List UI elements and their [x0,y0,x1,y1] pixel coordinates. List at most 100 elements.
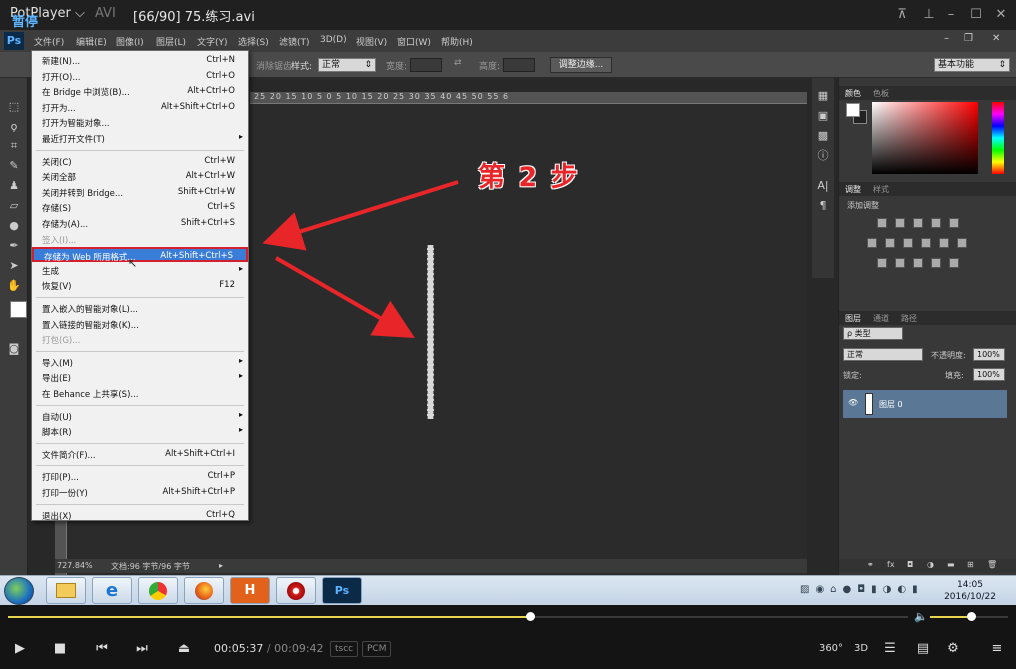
menu-item[interactable]: 文件简介(F)... Alt+Shift+Ctrl+I [32,447,248,462]
opacity-input[interactable]: 100% [973,348,1005,361]
stop-icon[interactable]: ■ [48,637,72,661]
minimize-icon[interactable]: – [940,4,962,26]
blur-tool-icon[interactable]: ● [6,219,22,233]
menu-item[interactable]: 导入(M) ▸ [32,355,248,370]
levels-adjust-icon[interactable] [895,218,905,228]
pen-tool-icon[interactable]: ✒ [6,239,22,253]
new-layer-icon[interactable]: ⊞ [967,560,974,569]
menu-item[interactable]: 打开(O)... Ctrl+O [32,69,248,84]
hsl-adjust-icon[interactable] [867,238,877,248]
info-icon[interactable]: ⓘ [815,148,831,164]
main-menu-icon[interactable]: ≡ [985,637,1009,661]
settings-gear-icon[interactable]: ⚙ [941,637,965,661]
menu-item[interactable]: 打开为... Alt+Shift+Ctrl+O [32,100,248,115]
foreground-color-swatch[interactable] [10,301,27,318]
tab-layers[interactable]: 图层 [845,313,861,324]
bw-adjust-icon[interactable] [903,238,913,248]
style-select[interactable]: 正常 ⇕ [318,58,376,72]
path-select-tool-icon[interactable]: ➤ [6,259,22,273]
curves-adjust-icon[interactable] [913,218,923,228]
brush-tool-icon[interactable]: ✎ [6,159,22,173]
internet-explorer-icon[interactable]: e [92,577,132,604]
menu-type[interactable]: 文字(Y) [197,35,228,48]
fx-icon[interactable]: fx [887,560,895,569]
eraser-tool-icon[interactable]: ▱ [6,199,22,213]
height-input[interactable] [503,58,535,72]
menu-item[interactable]: 最近打开文件(T) ▸ [32,131,248,146]
taskbar-clock[interactable]: 14:05 2016/10/22 [940,579,1000,603]
gradient-map-icon[interactable] [949,258,959,268]
menu-view[interactable]: 视图(V) [356,35,387,48]
volume-icon[interactable]: 🔈 [914,610,928,623]
actions-icon[interactable]: ▣ [815,108,831,124]
brush-presets-icon[interactable]: ▩ [815,128,831,144]
chrome-icon[interactable] [138,577,178,604]
next-icon[interactable]: ⏭ [130,637,154,661]
photoshop-icon[interactable]: Ps [322,577,362,604]
visibility-eye-icon[interactable]: 👁 [848,398,858,407]
status-arrow-icon[interactable]: ▸ [219,561,223,570]
color-balance-icon[interactable] [885,238,895,248]
tab-swatches[interactable]: 色板 [873,88,889,99]
menu-item[interactable]: 自动(U) ▸ [32,409,248,424]
ps-close-icon[interactable]: ✕ [992,33,1000,44]
add-mask-icon[interactable]: ◘ [907,560,913,569]
menu-help[interactable]: 帮助(H) [441,35,473,48]
tab-adjustments[interactable]: 调整 [845,184,861,195]
new-fill-layer-icon[interactable]: ◑ [927,560,934,569]
menu-item[interactable]: 打开为智能对象... [32,115,248,130]
menu-item[interactable]: 在 Bridge 中浏览(B)... Alt+Ctrl+O [32,84,248,99]
hbuilder-icon[interactable]: H [230,577,270,604]
tab-channels[interactable]: 通道 [873,313,889,324]
menu-item[interactable]: 打印一份(Y) Alt+Shift+Ctrl+P [32,485,248,500]
menu-item[interactable]: 置入链接的智能对象(K)... [32,317,248,332]
blend-mode-select[interactable]: 正常 [843,348,923,361]
menu-file[interactable]: 文件(F) [34,35,64,48]
menu-item[interactable]: 退出(X) Ctrl+Q [32,508,248,523]
menu-item[interactable]: 在 Behance 上共享(S)... [32,386,248,401]
menu-item[interactable]: 脚本(R) ▸ [32,424,248,439]
maximize-icon[interactable]: ☐ [965,4,987,26]
menu-layer[interactable]: 图层(L) [156,35,186,48]
previous-icon[interactable]: ⏮ [90,637,114,661]
menu-item[interactable]: 生成 ▸ [32,263,248,278]
menu-select[interactable]: 选择(S) [238,35,269,48]
menu-window[interactable]: 窗口(W) [397,35,431,48]
eject-icon[interactable]: ⏏ [172,637,196,661]
menu-image[interactable]: 图像(I) [116,35,144,48]
stamp-tool-icon[interactable]: ♟ [6,179,22,193]
ps-minimize-icon[interactable]: – [944,33,949,44]
channel-mixer-icon[interactable] [939,238,949,248]
menu-item[interactable]: 存储为(A)... Shift+Ctrl+S [32,216,248,231]
tab-paths[interactable]: 路径 [901,313,917,324]
brightness-adjust-icon[interactable] [877,218,887,228]
vibrance-adjust-icon[interactable] [949,218,959,228]
chapters-icon[interactable]: ▤ [911,637,935,661]
vr360-button[interactable]: 360° [818,637,844,661]
lasso-tool-icon[interactable]: ϙ [6,120,22,134]
windows-explorer-icon[interactable] [46,577,86,604]
menu-item-save-for-web[interactable]: 存储为 Web 所用格式... Alt+Shift+Ctrl+S [32,247,248,263]
marquee-tool-icon[interactable]: ⬚ [6,100,22,114]
menu-item[interactable]: 打印(P)... Ctrl+P [32,469,248,484]
close-icon[interactable]: ✕ [990,4,1012,26]
menu-item[interactable]: 关闭(C) Ctrl+W [32,154,248,169]
seek-handle[interactable] [526,612,535,621]
workspace-select[interactable]: 基本功能 ⇕ [934,58,1010,72]
color-picker-field[interactable] [872,102,978,174]
menu-item[interactable]: 恢复(V) F12 [32,278,248,293]
posterize-icon[interactable] [895,258,905,268]
hue-slider[interactable] [992,102,1004,174]
menu-edit[interactable]: 编辑(E) [76,35,107,48]
link-layers-icon[interactable]: ⚭ [867,560,874,569]
quick-mask-icon[interactable]: ◙ [6,342,22,356]
paragraph-icon[interactable]: ¶ [815,198,831,214]
pin-icon[interactable]: ⊼ [891,4,913,26]
ps-restore-icon[interactable]: ❐ [964,33,973,44]
menu-filter[interactable]: 滤镜(T) [279,35,310,48]
menu-3d[interactable]: 3D(D) [320,35,347,45]
menu-item[interactable]: 导出(E) ▸ [32,370,248,385]
menu-item[interactable]: 新建(N)... Ctrl+N [32,53,248,68]
menu-item[interactable]: 关闭并转到 Bridge... Shift+Ctrl+W [32,185,248,200]
layer-kind-filter[interactable]: ρ 类型 [843,327,903,340]
